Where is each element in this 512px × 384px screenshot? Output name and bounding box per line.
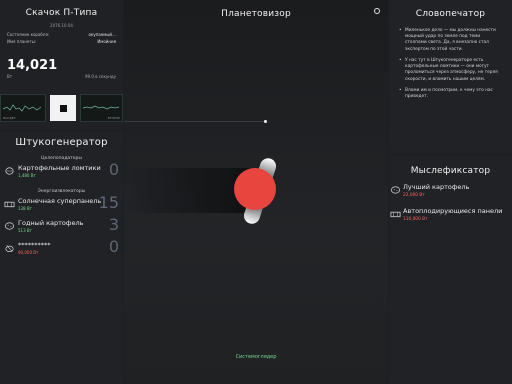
ship-date: 2076.10.04 — [50, 23, 73, 28]
ship-state-label: Состояние корабля: — [7, 32, 50, 37]
printer-paragraph: Вломи им и посмотрим, к чему это нас при… — [389, 88, 512, 100]
research-item-name: Автоплодирующиеся панели — [403, 207, 503, 215]
potato-icon — [5, 222, 14, 230]
generator-item[interactable]: ********** 90,000 Вт 0 — [0, 237, 123, 263]
viewer-title: Планетовизор — [221, 9, 291, 19]
money-unit: Вт — [7, 74, 13, 79]
solar-panel-icon — [390, 211, 401, 218]
generator-item[interactable]: Картофельные ломтики 1,480 Вт 0 — [0, 160, 123, 186]
generator-item-count: 3 — [108, 215, 119, 234]
thinker-title: Мыслефиксатор — [410, 166, 491, 176]
generator-item[interactable]: Годный картофель 513 Вт 3 — [0, 215, 123, 241]
research-item[interactable]: Лучший картофель 22,000 Вт — [389, 183, 512, 207]
solar-panel-icon — [4, 201, 15, 208]
settings-gear-icon[interactable] — [374, 8, 380, 14]
satellite-dot — [264, 120, 267, 123]
locked-icon — [5, 245, 14, 253]
money-sub-row: Вт 99.0 в секунду — [0, 74, 123, 79]
research-item[interactable]: Автоплодирующиеся панели 110,000 Вт — [389, 207, 512, 231]
left-wave-label: ВАНДЕР — [3, 116, 16, 120]
stop-icon — [59, 104, 67, 112]
system-view-label[interactable]: Системоглядер — [124, 354, 388, 360]
left-wave-display: ВАНДЕР — [0, 94, 46, 122]
generator-item-count: 0 — [108, 160, 119, 179]
generator-item-power: 1,480 Вт — [18, 173, 36, 178]
planet-viewer-panel: Планетовизор Системоглядер — [124, 0, 388, 384]
ship-state-value: окупаемый… — [88, 32, 116, 37]
potato-icon — [391, 186, 400, 194]
planet-name-row: Имя планеты: Имойния — [0, 39, 123, 44]
research-item-name: Лучший картофель — [403, 183, 470, 191]
generator-item-count: 0 — [108, 237, 119, 256]
generator-item-power: 90,000 Вт — [18, 250, 39, 255]
ship-status-panel: Скачок П-Типа 2076.10.04 Состояние кораб… — [0, 0, 123, 130]
right-wave-display: ВТОРОЕ — [80, 94, 123, 122]
right-wave-label: ВТОРОЕ — [107, 116, 120, 120]
planet-name-label: Имя планеты: — [7, 39, 37, 44]
generator-item-power: 513 Вт — [18, 228, 32, 233]
orbit-line — [124, 121, 264, 122]
thought-fixer-panel: Мыслефиксатор Лучший картофель 22,000 Вт… — [389, 155, 512, 384]
control-strip: ВАНДЕР ВТОРОЕ — [0, 92, 123, 124]
stop-button[interactable] — [50, 95, 76, 121]
research-item-power: 22,000 Вт — [403, 193, 425, 198]
money-counter: 14,021 — [7, 58, 58, 73]
potato-slice-icon — [5, 167, 14, 175]
generator-item-count: 15 — [98, 193, 119, 212]
generator-item[interactable]: Солнечная суперпанель 138 Вт 15 — [0, 193, 123, 219]
printer-paragraph: У нас тут в Штукогенераторе есть картофе… — [389, 58, 512, 83]
generator-panel: Штукогенератор Целепопадаторы Картофельн… — [0, 131, 123, 384]
generator-item-name: ********** — [18, 241, 51, 249]
generator-title: Штукогенератор — [15, 136, 108, 148]
generator-item-name: Картофельные ломтики — [18, 164, 101, 172]
printer-paragraph: Миленькое дело — мы должны нанести мощны… — [389, 28, 512, 53]
category-label: Целепопадаторы — [41, 156, 82, 161]
printer-title: Словопечатор — [415, 9, 486, 19]
word-printer-panel: Словопечатор Миленькое дело — мы должны … — [389, 0, 512, 154]
planet[interactable] — [234, 168, 276, 210]
money-rate: 99.0 в секунду — [85, 74, 116, 79]
planet-name-value: Имойния — [97, 39, 116, 44]
ship-state-row: Состояние корабля: окупаемый… — [0, 32, 123, 37]
generator-item-name: Годный картофель — [18, 219, 84, 227]
research-item-power: 110,000 Вт — [403, 217, 428, 222]
